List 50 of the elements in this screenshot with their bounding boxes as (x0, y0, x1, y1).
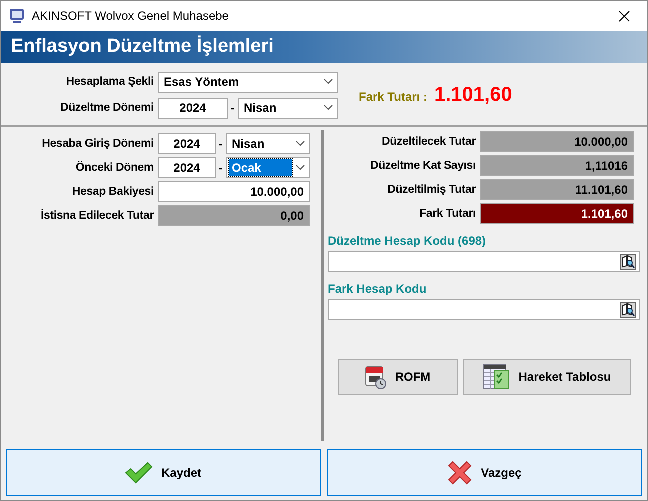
month-dropdown[interactable]: Nisan (238, 98, 338, 118)
save-button[interactable]: Kaydet (6, 449, 321, 496)
readonly-field: 1,11016 (480, 155, 634, 176)
month-dropdown[interactable]: Ocak (226, 157, 310, 178)
action-button[interactable]: Hareket Tablosu (463, 359, 631, 395)
year-field[interactable]: 2024 (158, 98, 228, 118)
field-label: Hesap Bakiyesi (71, 186, 155, 198)
field-label: Düzeltme Dönemi (60, 102, 155, 114)
window-title: AKINSOFT Wolvox Genel Muhasebe (32, 9, 230, 23)
method-dropdown[interactable]: Esas Yöntem (158, 72, 338, 92)
cancel-button[interactable]: Vazgeç (327, 449, 642, 496)
dropdown-caret-icon (324, 105, 333, 111)
dash-separator: - (218, 160, 224, 174)
year-field[interactable]: 2024 (158, 157, 216, 178)
readonly-field: 0,00 (158, 205, 310, 226)
field-label: Hesaba Giriş Dönemi (41, 138, 155, 150)
readonly-field: 1.101,60 (480, 203, 634, 224)
field-label: Önceki Dönem (74, 162, 155, 174)
account-code-field[interactable] (328, 251, 640, 272)
header-title: Enflasyon Düzeltme İşlemleri (11, 36, 274, 58)
search-icon[interactable] (620, 254, 636, 270)
field-label: Hesaplama Şekli (65, 76, 155, 88)
section-label: Düzeltme Hesap Kodu (698) (328, 234, 488, 248)
calendar-clock-icon (365, 364, 388, 390)
readonly-field: 11.101,60 (480, 179, 634, 200)
readonly-field: 10.000,00 (480, 131, 634, 152)
action-button[interactable]: ROFM (338, 359, 458, 395)
field-label: İstisna Edilecek Tutar (40, 210, 155, 222)
checklist-table-icon (482, 363, 511, 391)
checkmark-icon (125, 462, 154, 484)
input-field[interactable]: 10.000,00 (158, 181, 310, 202)
dash-separator: - (218, 136, 224, 150)
field-label: Düzeltilecek Tutar (381, 136, 477, 148)
app-icon (9, 8, 25, 24)
field-label: Düzeltilmiş Tutar (386, 184, 477, 196)
dropdown-caret-icon (324, 79, 333, 85)
dash-separator: - (230, 101, 236, 115)
difference-value: 1.101,60 (434, 84, 512, 107)
section-label: Fark Hesap Kodu (328, 282, 428, 296)
close-icon (618, 10, 630, 22)
year-field[interactable]: 2024 (158, 133, 216, 154)
search-icon[interactable] (620, 302, 636, 318)
dropdown-caret-icon (296, 164, 305, 170)
account-code-field[interactable] (328, 299, 640, 320)
close-icon (447, 460, 474, 486)
difference-label: Fark Tutarı : (359, 90, 428, 104)
field-label: Düzeltme Kat Sayısı (370, 160, 477, 172)
field-label: Fark Tutarı (418, 208, 477, 220)
dropdown-caret-icon (296, 140, 305, 146)
month-dropdown[interactable]: Nisan (226, 133, 310, 154)
